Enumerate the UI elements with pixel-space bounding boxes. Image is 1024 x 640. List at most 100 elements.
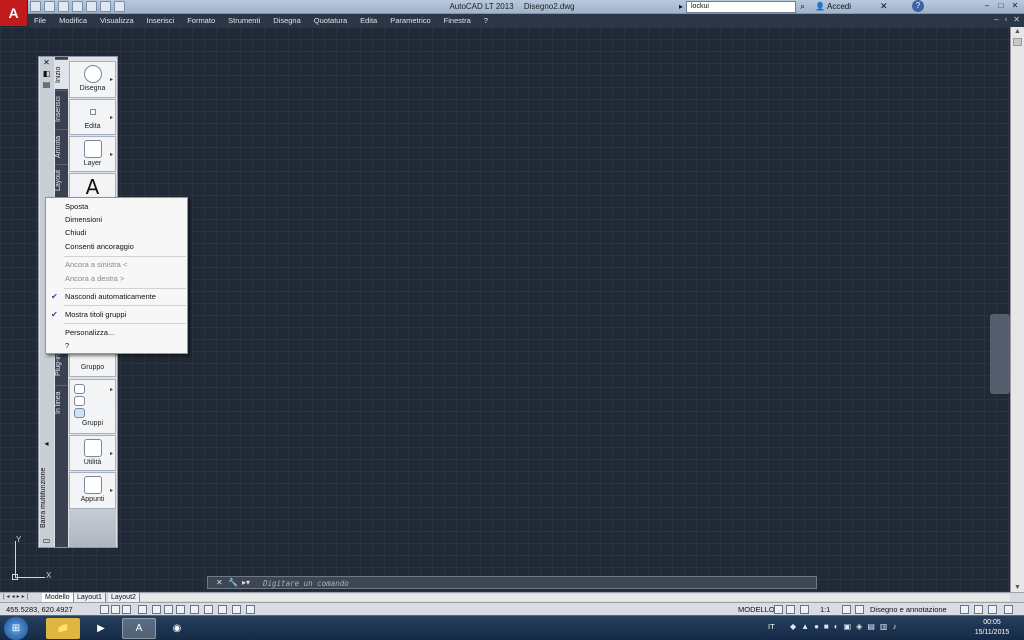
menu-item-allow-docking[interactable]: Consenti ancoraggio xyxy=(46,240,187,253)
signin-link[interactable]: Accedi xyxy=(827,2,851,11)
vertical-scrollbar[interactable]: ▲ ▼ xyxy=(1010,27,1024,592)
volume-icon[interactable]: ♪ xyxy=(892,622,896,631)
menu-visualizza[interactable]: Visualizza xyxy=(100,16,134,25)
search-icon[interactable]: ▸ xyxy=(679,2,683,11)
menu-quotatura[interactable]: Quotatura xyxy=(314,16,347,25)
infer-constraints-icon[interactable] xyxy=(100,605,109,614)
otrack-icon[interactable] xyxy=(176,605,185,614)
clean-screen-icon[interactable] xyxy=(1004,605,1013,614)
menu-inserisci[interactable]: Inserisci xyxy=(147,16,175,25)
panel-utilities[interactable]: Utilità ▸ xyxy=(69,435,116,471)
horizontal-scrollbar[interactable] xyxy=(140,594,1010,601)
polar-icon[interactable] xyxy=(152,605,161,614)
binoculars-icon[interactable]: ⌕ xyxy=(800,1,805,12)
quick-view-layouts-icon[interactable] xyxy=(774,605,783,614)
menu-file[interactable]: File xyxy=(34,16,46,25)
media-player-taskbar-icon[interactable]: ▶ xyxy=(84,618,118,639)
osnap-icon[interactable] xyxy=(164,605,173,614)
panel-layer[interactable]: Layer ▸ xyxy=(69,136,116,172)
tab-inizio[interactable]: Inizio xyxy=(55,59,68,89)
menu-item-help[interactable]: ? xyxy=(46,339,187,352)
exchange-icon[interactable]: ✕ xyxy=(880,1,888,12)
annotation-scale[interactable]: 1:1 xyxy=(820,605,830,614)
layout-nav-arrows[interactable]: |◂◂▸▸| xyxy=(3,593,30,600)
menu-parametrico[interactable]: Parametrico xyxy=(390,16,430,25)
start-button[interactable]: ⊞ xyxy=(4,617,28,640)
scroll-down-icon[interactable]: ▼ xyxy=(1014,584,1021,591)
pan-icon[interactable] xyxy=(800,605,809,614)
system-clock[interactable]: 00:05 15/11/2015 xyxy=(966,618,1018,638)
menu-formato[interactable]: Formato xyxy=(187,16,215,25)
autocad-taskbar-icon[interactable]: A xyxy=(122,618,156,639)
minimize-button[interactable]: – xyxy=(980,0,994,12)
command-prompt-icon[interactable]: ▸▾ xyxy=(242,578,250,587)
palette-close-icon[interactable]: ✕ xyxy=(42,59,51,67)
menu-strumenti[interactable]: Strumenti xyxy=(228,16,260,25)
ortho-icon[interactable] xyxy=(138,605,147,614)
grid-icon[interactable] xyxy=(122,605,131,614)
help-icon[interactable]: ? xyxy=(912,0,924,12)
menu-edita[interactable]: Edita xyxy=(360,16,377,25)
quick-props-icon[interactable] xyxy=(232,605,241,614)
palette-autohide-icon[interactable]: ◧ xyxy=(42,70,51,78)
scroll-up-icon[interactable]: ▲ xyxy=(1014,28,1021,35)
snap-icon[interactable] xyxy=(111,605,120,614)
tab-layout2[interactable]: Layout2 xyxy=(108,593,140,602)
lwt-icon[interactable] xyxy=(204,605,213,614)
status-menu-icon[interactable] xyxy=(988,605,997,614)
auto-scale-icon[interactable] xyxy=(855,605,864,614)
tab-in-linea[interactable]: In linea xyxy=(55,385,68,419)
app-menu-button[interactable]: A xyxy=(0,0,28,26)
panel-annotation[interactable]: A xyxy=(69,173,116,199)
tab-model[interactable]: Modello xyxy=(42,593,74,602)
selection-cycling-icon[interactable] xyxy=(246,605,255,614)
command-input[interactable]: Digitare un comando xyxy=(263,579,349,588)
panel-edit[interactable]: Edita ▸ xyxy=(69,99,116,135)
command-close-icon[interactable]: ✕ xyxy=(216,578,223,587)
palette-folder-icon[interactable]: ▭ xyxy=(42,537,51,545)
menu-help[interactable]: ? xyxy=(484,16,488,25)
model-space-button[interactable]: MODELLO xyxy=(738,605,775,614)
tab-inserisci[interactable]: Inserisci xyxy=(55,90,68,128)
lock-icon[interactable] xyxy=(960,605,969,614)
menu-item-move[interactable]: Sposta xyxy=(46,200,187,213)
workspace-switcher[interactable]: Disegno e annotazione xyxy=(870,605,947,614)
tray-icon[interactable]: ◈ xyxy=(856,622,862,631)
panel-groups[interactable]: Gruppi ▸ xyxy=(69,379,116,434)
user-icon[interactable]: 👤 xyxy=(815,2,825,11)
doc-close-button[interactable]: ✕ xyxy=(1013,15,1020,24)
navigation-bar[interactable] xyxy=(990,314,1010,394)
palette-expand-icon[interactable]: ◂ xyxy=(42,440,51,448)
network-icon[interactable]: ▥ xyxy=(880,622,888,631)
menu-finestra[interactable]: Finestra xyxy=(444,16,471,25)
menu-item-customize[interactable]: Personalizza... xyxy=(46,326,187,339)
menu-modifica[interactable]: Modifica xyxy=(59,16,87,25)
tray-icon[interactable]: ● xyxy=(814,622,819,631)
tray-icon[interactable]: ◆ xyxy=(790,622,796,631)
doc-minimize-button[interactable]: – xyxy=(994,15,998,24)
tray-icon[interactable]: ▤ xyxy=(867,622,875,631)
isolate-objects-icon[interactable] xyxy=(974,605,983,614)
doc-restore-button[interactable]: ▫ xyxy=(1004,15,1007,24)
annotation-visibility-icon[interactable] xyxy=(842,605,851,614)
tab-layout1[interactable]: Layout1 xyxy=(74,593,106,602)
palette-properties-icon[interactable]: ▤ xyxy=(42,81,51,89)
menu-item-auto-hide[interactable]: ✔ Nascondi automaticamente xyxy=(46,290,187,303)
scroll-thumb[interactable] xyxy=(1013,38,1022,46)
panel-draw[interactable]: Disegna ▸ xyxy=(69,61,116,98)
panel-clipboard[interactable]: Appunti ▸ xyxy=(69,472,116,509)
search-input[interactable]: lockui xyxy=(686,1,796,13)
tab-annota[interactable]: Annota xyxy=(55,129,68,163)
tray-icon[interactable]: ▣ xyxy=(844,622,852,631)
transparency-icon[interactable] xyxy=(218,605,227,614)
dyn-icon[interactable] xyxy=(190,605,199,614)
tray-icon[interactable]: ▲ xyxy=(801,622,809,631)
explorer-taskbar-icon[interactable]: 📁 xyxy=(46,618,80,639)
quick-view-drawings-icon[interactable] xyxy=(786,605,795,614)
maximize-button[interactable]: □ xyxy=(994,0,1008,12)
group-select-icon[interactable] xyxy=(74,396,85,406)
wrench-icon[interactable]: 🔧 xyxy=(228,578,238,587)
command-line[interactable]: ✕ 🔧 ▸▾ Digitare un comando xyxy=(207,576,817,589)
tab-layout[interactable]: Layout xyxy=(55,164,68,196)
tray-icon[interactable]: ◐ xyxy=(834,622,839,631)
